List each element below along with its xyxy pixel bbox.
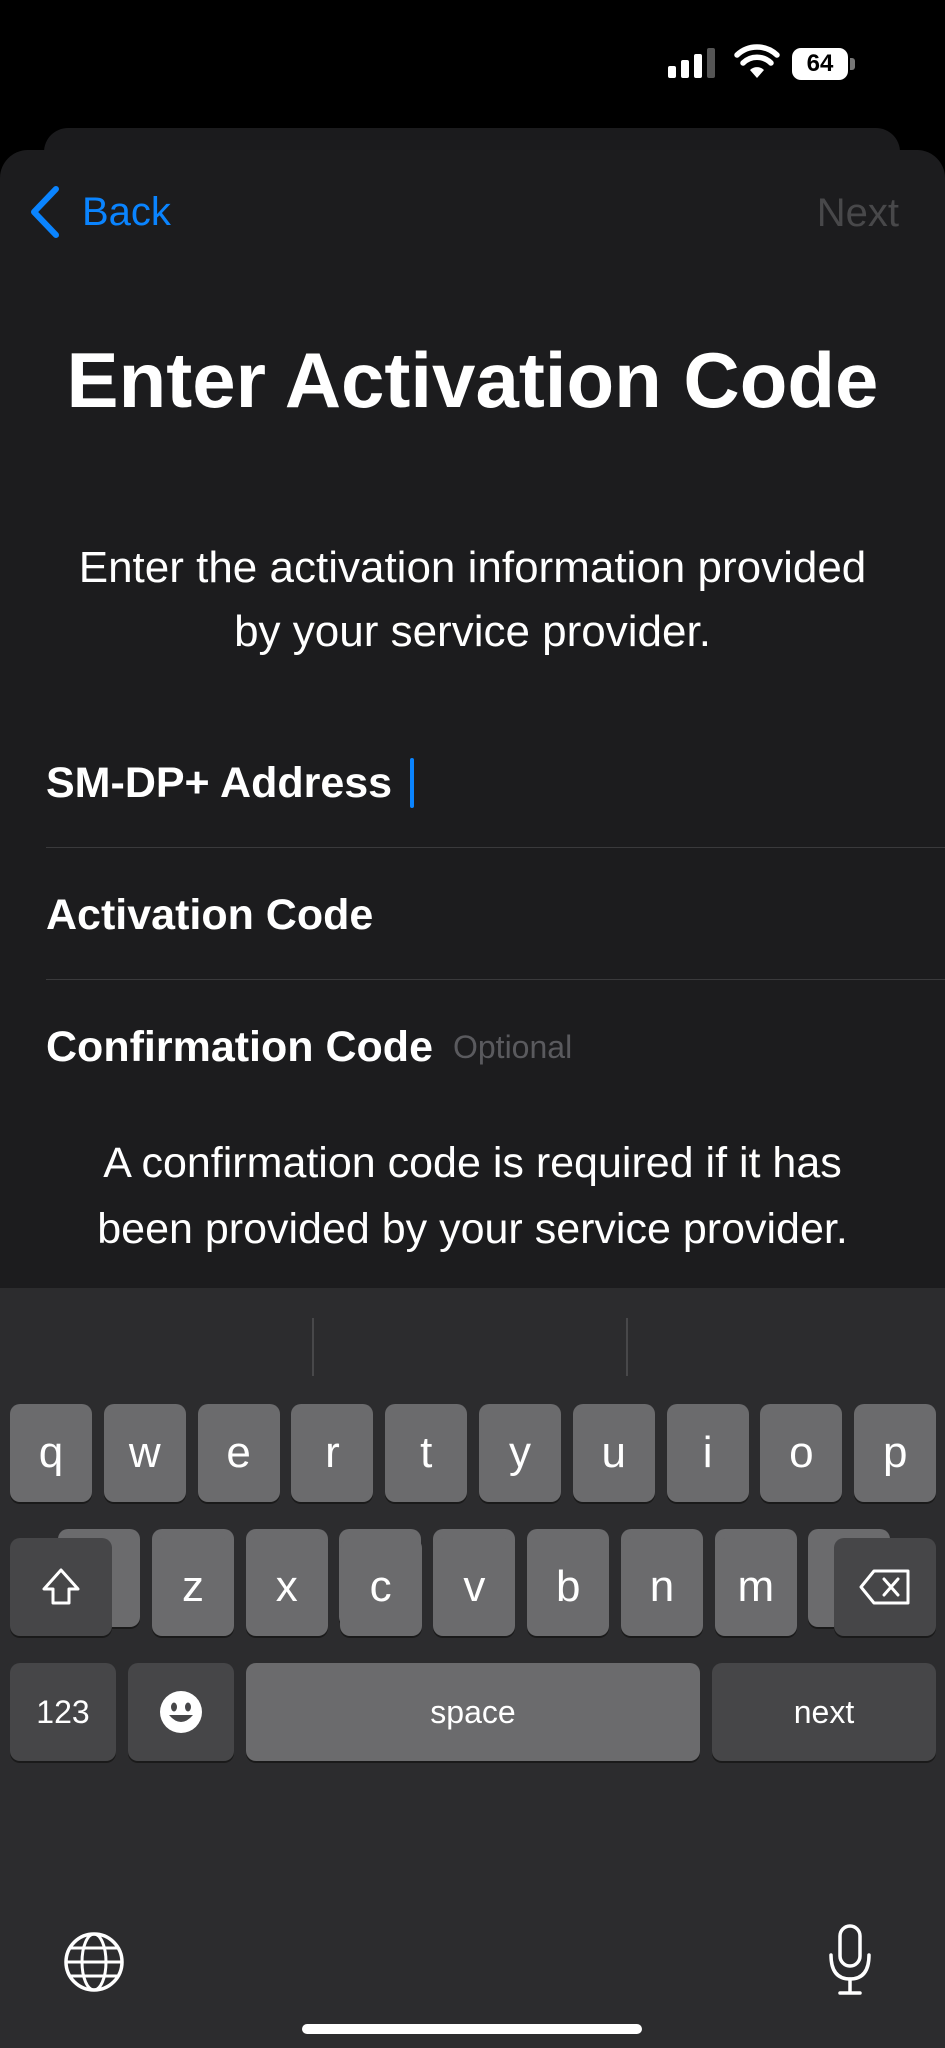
- chevron-left-icon: [31, 186, 59, 238]
- next-button[interactable]: Next: [817, 186, 899, 240]
- cellular-signal-icon: [668, 48, 718, 78]
- confirmation-code-label: Confirmation Code: [46, 1022, 433, 1071]
- wifi-icon: [734, 44, 780, 78]
- activation-code-label: Activation Code: [46, 890, 374, 939]
- divider: [46, 979, 945, 980]
- key-n[interactable]: n: [621, 1538, 703, 1636]
- key-e[interactable]: e: [197, 1404, 280, 1502]
- predictive-bar: [0, 1288, 945, 1388]
- confirmation-help-text: A confirmation code is required if it ha…: [97, 1139, 848, 1253]
- back-button[interactable]: Back: [28, 182, 171, 242]
- key-c[interactable]: c: [339, 1538, 422, 1636]
- confirmation-code-placeholder: Optional: [452, 1028, 573, 1065]
- sm-dp-address-label: SM-DP+ Address: [46, 758, 393, 807]
- battery-level: 64: [792, 48, 848, 80]
- next-key[interactable]: next: [712, 1663, 936, 1761]
- keyboard: qwertyuiop asdfghjkl zxcvbnm 123 space n…: [0, 1288, 945, 2048]
- key-u[interactable]: u: [572, 1404, 655, 1502]
- globe-icon: [64, 1932, 124, 1992]
- emoji-key[interactable]: [128, 1663, 234, 1761]
- key-w[interactable]: w: [103, 1404, 186, 1502]
- space-key[interactable]: space: [246, 1663, 700, 1761]
- shift-key[interactable]: [10, 1538, 112, 1636]
- key-z[interactable]: z: [152, 1538, 234, 1636]
- key-r[interactable]: r: [291, 1404, 374, 1502]
- status-bar: 64: [0, 0, 945, 130]
- activation-code-field[interactable]: Activation Code: [46, 850, 945, 980]
- dictation-key[interactable]: [814, 1920, 886, 2000]
- delete-key[interactable]: [834, 1538, 936, 1636]
- key-b[interactable]: b: [527, 1538, 610, 1636]
- confirmation-code-field[interactable]: Confirmation Code Optional: [46, 982, 945, 1112]
- emoji-icon: [160, 1691, 202, 1733]
- sm-dp-address-field[interactable]: SM-DP+ Address: [46, 718, 945, 848]
- key-q[interactable]: q: [10, 1404, 92, 1502]
- microphone-icon: [829, 1924, 871, 1995]
- key-o[interactable]: o: [760, 1404, 843, 1502]
- delete-icon: [859, 1569, 910, 1605]
- text-cursor: [410, 758, 415, 808]
- divider: [46, 847, 945, 848]
- globe-key[interactable]: [58, 1926, 130, 1998]
- shift-icon: [42, 1568, 80, 1605]
- battery-icon: 64: [792, 48, 856, 80]
- key-x[interactable]: x: [245, 1538, 328, 1636]
- key-y[interactable]: y: [479, 1404, 561, 1502]
- key-t[interactable]: t: [385, 1404, 468, 1502]
- page-title: Enter Activation Code: [66, 336, 879, 424]
- key-v[interactable]: v: [433, 1538, 516, 1636]
- back-label: Back: [82, 189, 171, 234]
- screen: 64 Back Next Enter Activation Code Enter…: [0, 0, 945, 2048]
- key-i[interactable]: i: [666, 1404, 749, 1502]
- key-p[interactable]: p: [854, 1404, 937, 1502]
- numbers-key[interactable]: 123: [10, 1663, 116, 1761]
- home-indicator: [302, 2024, 642, 2034]
- page-subtitle: Enter the activation information provide…: [78, 543, 867, 656]
- key-m[interactable]: m: [714, 1538, 797, 1636]
